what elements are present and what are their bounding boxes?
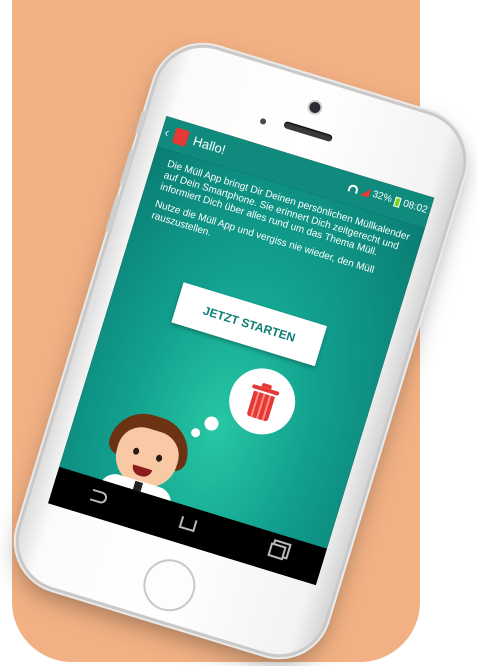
chevron-left-icon[interactable]: ‹ xyxy=(163,124,172,141)
start-button[interactable]: JETZT STARTEN xyxy=(171,282,328,367)
back-arrow-icon[interactable] xyxy=(76,484,120,513)
recent-apps-icon[interactable] xyxy=(255,538,299,568)
phone-home-button[interactable] xyxy=(136,552,202,618)
earpiece-speaker xyxy=(283,120,334,143)
thought-bubble-dot xyxy=(202,414,221,433)
status-time: 08:02 xyxy=(401,198,429,217)
app-title: Hallo! xyxy=(191,133,228,158)
front-camera xyxy=(308,100,322,115)
trash-can-icon xyxy=(171,127,190,147)
proximity-sensor xyxy=(259,117,267,126)
thought-bubble-dot xyxy=(189,427,202,439)
home-icon[interactable] xyxy=(166,512,210,541)
wifi-icon xyxy=(347,182,360,194)
battery-percent: 32% xyxy=(370,188,394,206)
battery-icon xyxy=(393,196,402,208)
signal-icon xyxy=(359,186,372,198)
